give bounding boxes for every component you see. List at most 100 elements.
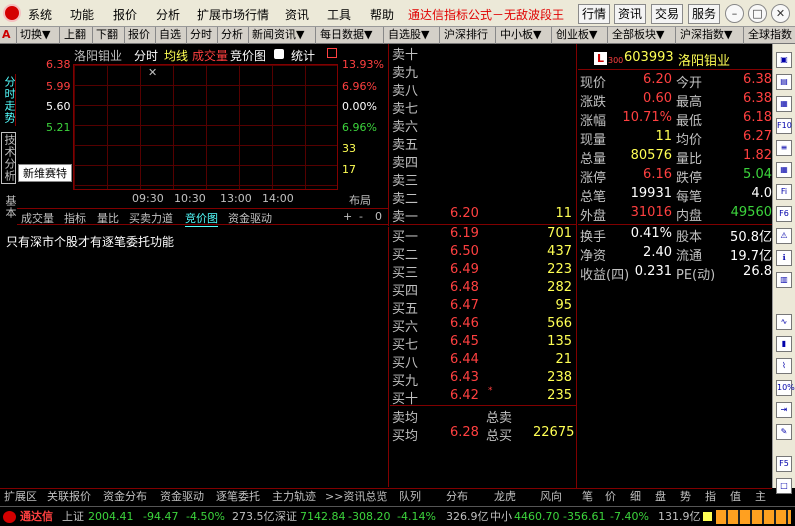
zoom-in-button[interactable]: +: [343, 210, 352, 223]
sell-row[interactable]: 卖八: [392, 80, 576, 99]
btab-main-trace[interactable]: 主力轨迹: [272, 490, 316, 504]
chart-tab-ma[interactable]: 均线: [164, 47, 188, 64]
tab-technical[interactable]: 技术分析: [1, 132, 16, 184]
toolbar-news[interactable]: 新闻资讯▼: [250, 27, 316, 44]
toolbar-watchlist[interactable]: 自选: [157, 27, 187, 44]
buy-row[interactable]: 买五 6.47 95: [392, 298, 576, 317]
buy-row[interactable]: 买一 6.19 701: [392, 226, 576, 245]
sme-label[interactable]: 中小: [490, 510, 512, 524]
f10-icon[interactable]: F10: [776, 118, 792, 134]
sell-row[interactable]: 卖九: [392, 62, 576, 81]
btab-index[interactable]: 指: [705, 490, 716, 504]
subtab-indicator[interactable]: 指标: [64, 210, 86, 226]
status-indicator-icon[interactable]: [703, 512, 712, 521]
subtab-buysell-force[interactable]: 买卖力道: [129, 210, 173, 226]
buy-row[interactable]: 买二 6.50 437: [392, 244, 576, 263]
toolbar-intraday[interactable]: 分时: [188, 27, 218, 44]
info-icon[interactable]: ℹ: [776, 250, 792, 266]
subtab-auction[interactable]: 竞价图: [185, 210, 218, 227]
new-weisaite-button[interactable]: 新维赛特: [18, 164, 72, 182]
tab-fundamental[interactable]: 基本: [1, 194, 17, 220]
btab-extension[interactable]: 扩展区: [4, 490, 37, 504]
close-chart-icon[interactable]: ✕: [148, 66, 157, 79]
table-icon[interactable]: ▦: [776, 96, 792, 112]
btab-value[interactable]: 值: [730, 490, 741, 504]
subtab-volume[interactable]: 成交量: [21, 210, 54, 226]
chart-tab-intraday[interactable]: 分时: [134, 47, 158, 64]
layout-label[interactable]: 布局: [349, 192, 371, 208]
window-icon[interactable]: □: [776, 478, 792, 494]
toolbar-a[interactable]: A: [0, 27, 17, 44]
btab-queue[interactable]: 队列: [399, 490, 421, 504]
close-icon[interactable]: ✕: [771, 4, 790, 23]
stock-icon[interactable]: ▣: [776, 52, 792, 68]
menu-help[interactable]: 帮助: [370, 6, 394, 23]
subtab-volume-ratio[interactable]: 量比: [97, 210, 119, 226]
btab-trend[interactable]: 势: [680, 490, 691, 504]
zoom-reset-button[interactable]: 0: [375, 210, 382, 223]
menu-function[interactable]: 功能: [70, 6, 94, 23]
sell-row[interactable]: 卖二: [392, 188, 576, 207]
maximize-icon[interactable]: □: [748, 4, 767, 23]
buy-row[interactable]: 买四 6.48 282: [392, 280, 576, 299]
trade-button[interactable]: 交易: [651, 4, 683, 24]
zoom-out-button[interactable]: -: [359, 210, 363, 223]
btab-dragon-tiger[interactable]: 龙虎: [494, 490, 516, 504]
sh-label[interactable]: 上证: [62, 510, 84, 524]
btab-fund-distribution[interactable]: 资金分布: [103, 490, 147, 504]
btab-news-overview[interactable]: >>资讯总览: [325, 490, 387, 504]
toolbar-index[interactable]: 沪深指数▼: [678, 27, 744, 44]
btab-tick-order[interactable]: 逐笔委托: [216, 490, 260, 504]
sell-row[interactable]: 卖十: [392, 44, 576, 63]
trend-icon[interactable]: ∿: [776, 314, 792, 330]
toolbar-ranking[interactable]: 沪深排行: [442, 27, 496, 44]
quote-button[interactable]: 行情: [578, 4, 610, 24]
sell-row[interactable]: 卖五: [392, 134, 576, 153]
news-button[interactable]: 资讯: [614, 4, 646, 24]
minimize-icon[interactable]: –: [725, 4, 744, 23]
buy-row[interactable]: 买三 6.49 223: [392, 262, 576, 281]
chart-tab-volume[interactable]: 成交量: [192, 47, 228, 64]
chart-tab-stats[interactable]: 统计: [291, 47, 315, 64]
toolbar-gem-board[interactable]: 创业板▼: [554, 27, 608, 44]
toolbar-page-up[interactable]: 上翻: [62, 27, 93, 44]
sz-label[interactable]: 深证: [275, 510, 297, 524]
service-button[interactable]: 服务: [688, 4, 720, 24]
buy-row[interactable]: 买六 6.46 566: [392, 316, 576, 335]
sell-row-1[interactable]: 卖一 6.20 11: [392, 206, 576, 225]
export-icon[interactable]: ⇥: [776, 402, 792, 418]
sell-row[interactable]: 卖四: [392, 152, 576, 171]
btab-fund-drive[interactable]: 资金驱动: [160, 490, 204, 504]
f6-icon[interactable]: F6: [776, 206, 792, 222]
fig-icon[interactable]: Fi: [776, 184, 792, 200]
btab-book[interactable]: 盘: [655, 490, 666, 504]
btab-related-quote[interactable]: 关联报价: [47, 490, 91, 504]
calendar-icon[interactable]: ▥: [776, 272, 792, 288]
buy-row[interactable]: 买七 6.45 135: [392, 334, 576, 353]
menu-quote[interactable]: 报价: [113, 6, 137, 23]
sell-row[interactable]: 卖七: [392, 98, 576, 117]
chart-icon[interactable]: ▤: [776, 74, 792, 90]
toolbar-sme-board[interactable]: 中小板▼: [498, 27, 552, 44]
list-icon[interactable]: ≡: [776, 140, 792, 156]
bar-chart-icon[interactable]: ▮: [776, 336, 792, 352]
btab-distribution[interactable]: 分布: [446, 490, 468, 504]
toolbar-all-sectors[interactable]: 全部板块▼: [610, 27, 676, 44]
buy-row[interactable]: 买八 6.44 21: [392, 352, 576, 371]
menu-news[interactable]: 资讯: [285, 6, 309, 23]
buy-row[interactable]: 买九 6.43 238: [392, 370, 576, 389]
menu-tools[interactable]: 工具: [327, 6, 351, 23]
btab-tick[interactable]: 笔: [582, 490, 593, 504]
btab-main[interactable]: 主: [755, 490, 766, 504]
toolbar-global-index[interactable]: 全球指数: [746, 27, 795, 44]
line-chart-icon[interactable]: ⌇: [776, 358, 792, 374]
toolbar-page-down[interactable]: 下翻: [94, 27, 125, 44]
toolbar-daily-data[interactable]: 每日数据▼: [318, 27, 384, 44]
sell-row[interactable]: 卖三: [392, 170, 576, 189]
menu-extended-market[interactable]: 扩展市场行情: [197, 6, 269, 23]
btab-wind[interactable]: 风向: [540, 490, 562, 504]
buy-row[interactable]: 买十 6.42 * 235: [392, 386, 576, 407]
btab-price[interactable]: 价: [605, 490, 616, 504]
subtab-fund-drive[interactable]: 资金驱动: [228, 210, 272, 226]
alert-icon[interactable]: ⚠: [776, 228, 792, 244]
